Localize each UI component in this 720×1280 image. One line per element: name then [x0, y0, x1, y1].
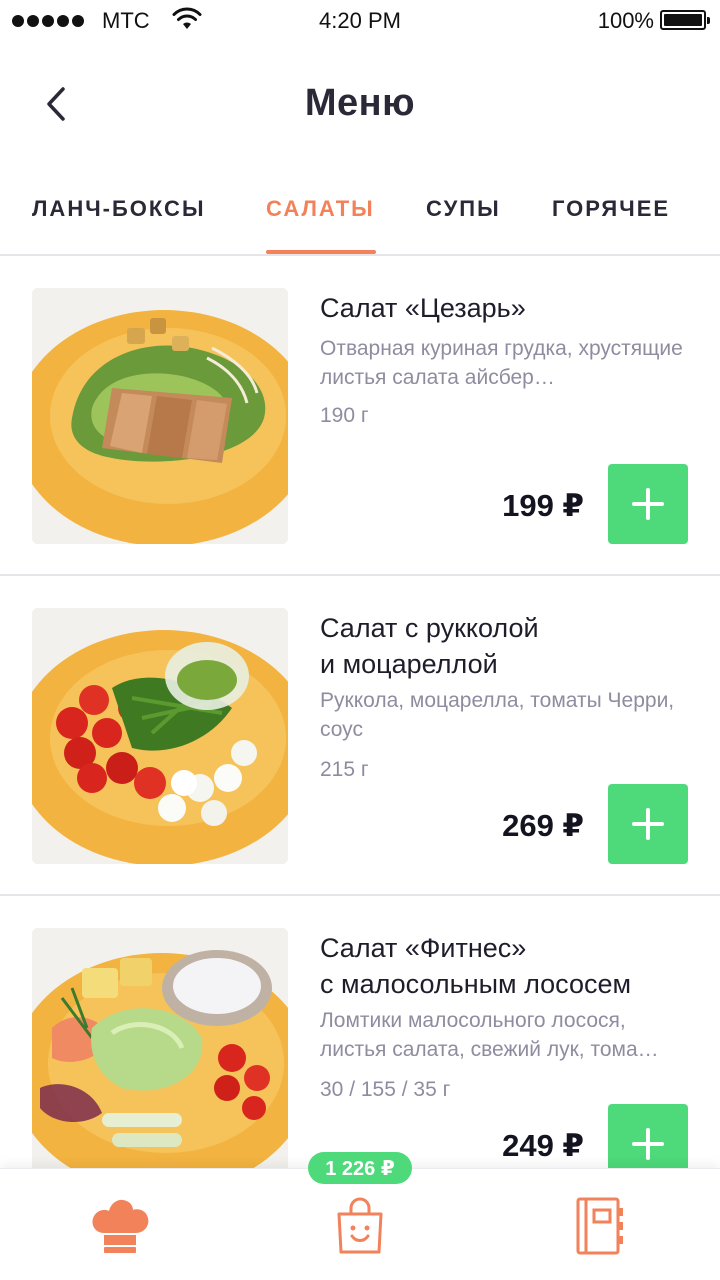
menu-item[interactable]: Салат «Цезарь» Отварная куриная грудка, … — [0, 256, 720, 576]
dish-price: 249 ₽ — [502, 1128, 584, 1163]
dish-weight: 215 г — [320, 758, 369, 781]
tab-salads[interactable]: САЛАТЫ — [266, 196, 375, 222]
dish-name: Салат «Фитнес» с малосольным лососем — [320, 933, 632, 999]
plus-icon — [632, 808, 664, 840]
dish-price: 269 ₽ — [502, 808, 584, 843]
add-to-cart-button[interactable] — [608, 464, 688, 544]
tab-lunch-boxes[interactable]: ЛАНЧ-БОКСЫ — [32, 196, 205, 222]
tab-orders[interactable] — [565, 1191, 635, 1261]
dish-description: Руккола, моцарелла, томаты Черри, соус — [320, 689, 675, 741]
dish-weight: 190 г — [320, 404, 369, 427]
tab-cart[interactable] — [325, 1191, 395, 1261]
active-tab-indicator — [266, 250, 376, 254]
battery-percent: 100% — [597, 8, 654, 33]
dish-photo — [32, 288, 288, 544]
dish-description: Ломтики малосольного лосося, листья сала… — [320, 1009, 659, 1061]
chef-hat-icon — [92, 1199, 149, 1253]
plus-icon — [632, 488, 664, 520]
notebook-icon — [576, 1197, 623, 1255]
dish-photo — [32, 928, 288, 1184]
tab-soups[interactable]: СУПЫ — [426, 196, 501, 222]
dish-description: Отварная куриная грудка, хрустящие листь… — [320, 337, 683, 389]
add-to-cart-button[interactable] — [608, 784, 688, 864]
dish-name: Салат «Цезарь» — [320, 293, 526, 323]
plus-icon — [632, 1128, 664, 1160]
tab-menu[interactable] — [85, 1191, 155, 1261]
bottom-tab-bar — [0, 1168, 720, 1280]
dish-name: Салат с рукколой и моцареллой — [320, 613, 539, 679]
category-tabs: ЛАНЧ-БОКСЫ САЛАТЫ СУПЫ ГОРЯЧЕЕ — [0, 180, 720, 256]
dish-weight: 30 / 155 / 35 г — [320, 1078, 451, 1101]
shopping-bag-icon — [337, 1197, 383, 1254]
battery-icon — [660, 10, 710, 30]
tab-hot[interactable]: ГОРЯЧЕЕ — [552, 196, 670, 222]
dish-photo — [32, 608, 288, 864]
menu-item[interactable]: Салат с рукколой и моцареллой Руккола, м… — [0, 576, 720, 896]
menu-list: Салат «Цезарь» Отварная куриная грудка, … — [0, 256, 720, 1216]
dish-price: 199 ₽ — [502, 488, 584, 523]
page-title: Меню — [304, 82, 416, 124]
status-bar: МТС 4:20 PM 100% — [0, 0, 720, 40]
cart-total-badge[interactable]: 1 226 ₽ — [308, 1152, 412, 1184]
